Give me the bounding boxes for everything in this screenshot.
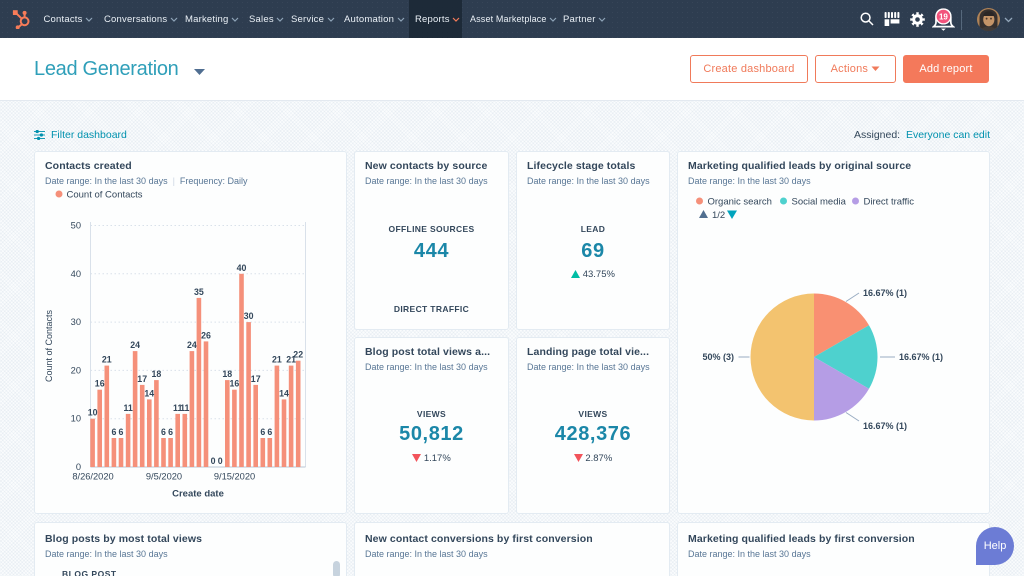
svg-text:14: 14 [144,388,154,398]
svg-text:0: 0 [76,462,81,472]
svg-text:30: 30 [244,311,254,321]
svg-text:50% (3): 50% (3) [702,352,734,362]
svg-text:11: 11 [123,403,132,413]
svg-text:24: 24 [187,340,197,350]
svg-text:Organic search: Organic search [708,197,772,208]
svg-text:50: 50 [71,221,81,231]
svg-text:0: 0 [218,456,223,466]
svg-text:17: 17 [251,374,261,384]
svg-text:Direct traffic: Direct traffic [864,197,915,208]
svg-text:18: 18 [222,369,232,379]
svg-text:24: 24 [130,340,140,350]
svg-text:10: 10 [88,408,98,418]
svg-text:Create date: Create date [172,489,224,500]
svg-text:26: 26 [201,330,211,340]
svg-text:6: 6 [119,427,124,437]
svg-text:0: 0 [211,456,216,466]
svg-text:1/2: 1/2 [712,210,725,221]
svg-text:30: 30 [71,317,81,327]
svg-text:6: 6 [260,427,265,437]
svg-text:Social media: Social media [792,197,847,208]
svg-text:16.67% (1): 16.67% (1) [899,352,943,362]
svg-text:18: 18 [152,369,162,379]
svg-text:16.67% (1): 16.67% (1) [863,288,907,298]
svg-text:6: 6 [168,427,173,437]
svg-text:40: 40 [71,269,81,279]
svg-text:Count of Contacts: Count of Contacts [67,190,143,201]
svg-text:11: 11 [180,403,189,413]
svg-text:14: 14 [279,388,289,398]
svg-text:Count of Contacts: Count of Contacts [44,309,54,382]
svg-text:8/26/2020: 8/26/2020 [72,472,113,482]
svg-text:16: 16 [95,379,105,389]
svg-text:22: 22 [293,350,303,360]
svg-text:10: 10 [71,414,81,424]
svg-text:6: 6 [111,427,116,437]
svg-text:9/15/2020: 9/15/2020 [214,472,255,482]
svg-text:21: 21 [102,355,112,365]
svg-text:35: 35 [194,287,204,297]
svg-text:6: 6 [161,427,166,437]
svg-text:20: 20 [71,365,81,375]
svg-text:16: 16 [230,379,240,389]
svg-text:19: 19 [939,12,948,21]
svg-text:17: 17 [137,374,147,384]
svg-text:16.67% (1): 16.67% (1) [863,421,907,431]
svg-text:21: 21 [272,355,282,365]
svg-text:6: 6 [267,427,272,437]
svg-text:40: 40 [237,263,247,273]
svg-text:9/5/2020: 9/5/2020 [146,472,182,482]
